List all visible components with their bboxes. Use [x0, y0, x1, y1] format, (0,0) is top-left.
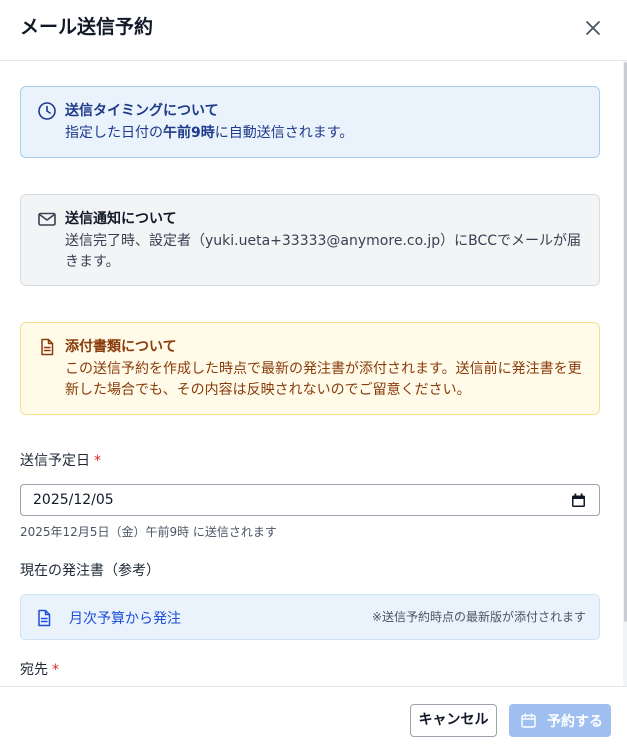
- notify-notice-body: 送信完了時、設定者（yuki.ueta+33333@anymore.co.jp）…: [65, 233, 582, 270]
- current-po-name[interactable]: 月次予算から発注: [69, 608, 181, 628]
- required-mark: *: [52, 662, 59, 678]
- attachment-notice-body: この送信予約を作成した時点で最新の発注書が添付されます。送信前に発注書を更新した…: [65, 361, 582, 398]
- recipient-label: 宛先 *: [20, 662, 59, 678]
- calendar-picker-icon[interactable]: [571, 493, 586, 508]
- current-po-label: 現在の発注書（参考）: [20, 563, 160, 579]
- current-po-link[interactable]: 月次予算から発注 ※送信予約時点の最新版が添付されます: [20, 594, 600, 640]
- timing-notice-title: 送信タイミングについて: [65, 103, 219, 119]
- cancel-button[interactable]: キャンセル: [410, 704, 497, 737]
- send-time-emphasis: 午前9時: [163, 125, 215, 141]
- current-po-note: ※送信予約時点の最新版が添付されます: [371, 610, 586, 624]
- attachment-notice: 添付書類について この送信予約を作成した時点で最新の発注書が添付されます。送信前…: [20, 322, 600, 415]
- timing-notice-body: 指定した日付の午前9時に自動送信されます。: [65, 125, 354, 141]
- notify-notice: 送信通知について 送信完了時、設定者（yuki.ueta+33333@anymo…: [20, 194, 600, 286]
- document-icon: [41, 338, 54, 356]
- dialog-title: メール送信予約: [20, 16, 154, 38]
- attachment-notice-title: 添付書類について: [65, 339, 177, 355]
- dialog-header: メール送信予約: [0, 0, 627, 61]
- close-icon[interactable]: [582, 17, 604, 39]
- clock-icon: [38, 102, 56, 120]
- notify-notice-title: 送信通知について: [65, 211, 177, 227]
- schedule-button[interactable]: 予約する: [509, 704, 611, 737]
- document-icon: [38, 609, 51, 627]
- timing-notice: 送信タイミングについて 指定した日付の午前9時に自動送信されます。: [20, 86, 600, 158]
- mail-icon: [38, 212, 56, 226]
- send-date-label: 送信予定日 *: [20, 453, 101, 469]
- send-date-input[interactable]: 2025/12/05: [20, 484, 600, 516]
- send-date-hint: 2025年12月5日（金）午前9時 に送信されます: [20, 525, 277, 539]
- send-date-value: 2025/12/05: [33, 492, 114, 508]
- required-mark: *: [94, 453, 101, 469]
- schedule-button-label: 予約する: [547, 714, 603, 730]
- calendar-icon: [521, 713, 536, 728]
- dialog-footer: キャンセル 予約する: [0, 686, 627, 745]
